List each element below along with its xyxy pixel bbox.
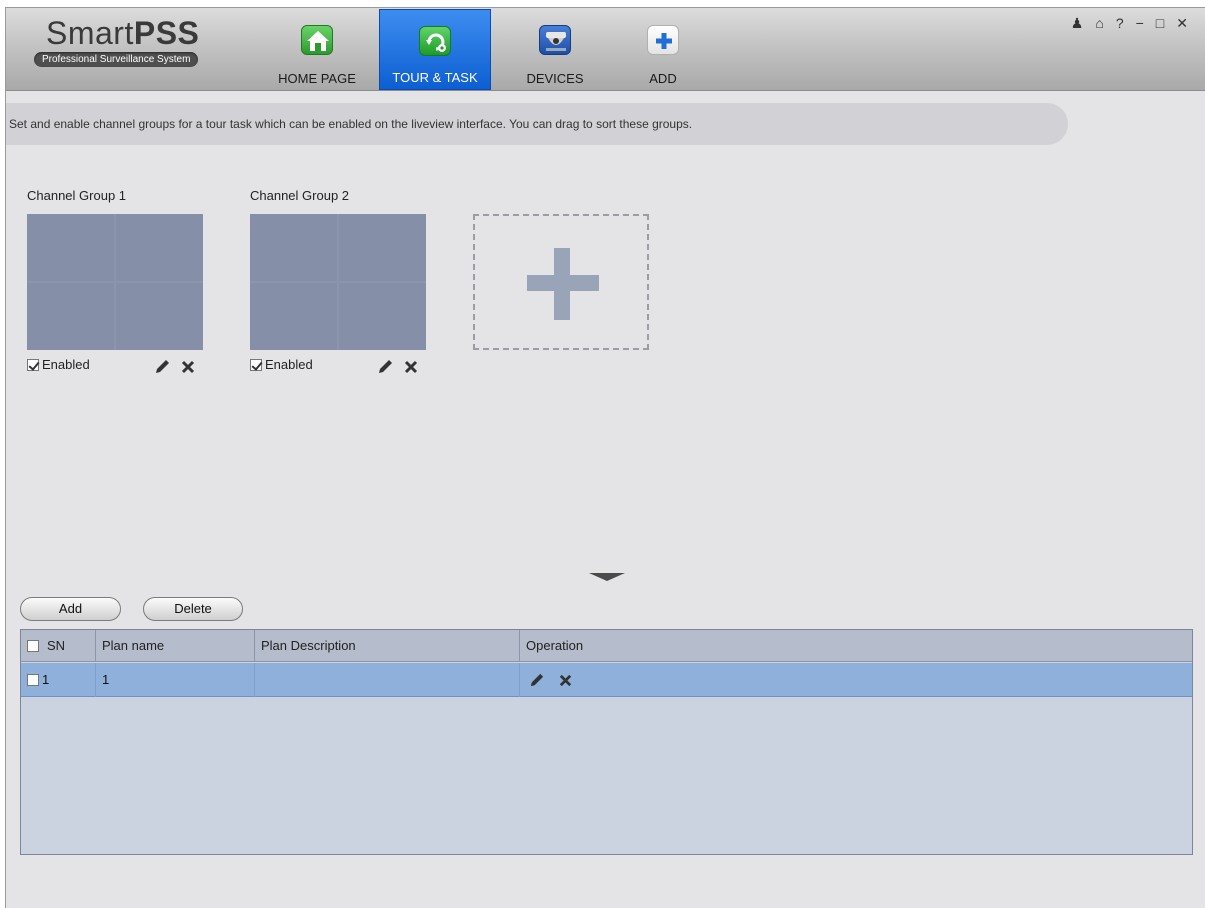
sn-value: 1 — [42, 672, 50, 687]
add-plus-icon-bar — [527, 275, 599, 291]
brand-subtitle: Professional Surveillance System — [34, 52, 199, 67]
channel-group-layout-grid[interactable] — [250, 214, 426, 350]
cell-sn: 1 — [21, 663, 96, 697]
plan-table: SN Plan name Plan Description Operation … — [20, 629, 1193, 855]
brand-name: SmartPSS — [46, 15, 200, 51]
cell-plan-name: 1 — [96, 663, 255, 697]
window-controls: ♟ ⌂? − □ ✕ — [1067, 15, 1196, 32]
add-button[interactable]: Add — [20, 597, 121, 621]
maximize-icon[interactable]: □ — [1156, 15, 1172, 31]
tab-home-page[interactable]: HOME PAGE — [268, 9, 366, 90]
edit-icon[interactable] — [376, 358, 394, 376]
enabled-checkbox[interactable] — [250, 358, 262, 371]
grid-cell — [339, 214, 426, 281]
column-label: SN — [47, 638, 66, 653]
camera-devices-icon — [539, 25, 571, 55]
edit-icon[interactable] — [528, 672, 545, 689]
help-icon[interactable]: ? — [1116, 15, 1132, 31]
enabled-checkbox[interactable] — [27, 358, 39, 371]
grid-cell — [250, 283, 337, 350]
tab-devices[interactable]: DEVICES — [506, 9, 604, 90]
cell-plan-description — [255, 663, 520, 697]
user-icon[interactable]: ♟ — [1071, 15, 1092, 32]
delete-button[interactable]: Delete — [143, 597, 243, 621]
channel-group-layout-grid[interactable] — [27, 214, 203, 350]
column-header-sn: SN — [21, 630, 96, 662]
row-checkbox[interactable] — [27, 673, 39, 686]
plus-icon — [647, 25, 679, 55]
grid-cell — [27, 283, 114, 350]
close-icon[interactable]: ✕ — [1176, 15, 1196, 32]
channel-group-footer: Enabled — [27, 356, 207, 376]
grid-cell — [250, 214, 337, 281]
delete-icon[interactable] — [180, 359, 196, 375]
select-all-checkbox[interactable] — [27, 639, 39, 652]
table-header: SN Plan name Plan Description Operation — [21, 630, 1192, 662]
channel-group-card[interactable]: Channel Group 2 Enabled — [250, 188, 460, 374]
column-header-operation[interactable]: Operation — [520, 630, 1192, 662]
lock-icon[interactable]: ⌂ — [1095, 15, 1111, 31]
cell-operation — [520, 663, 1192, 697]
column-header-plan-description[interactable]: Plan Description — [255, 630, 520, 662]
app-logo: SmartPSS Professional Surveillance Syste… — [34, 16, 234, 67]
channel-group-name: Channel Group 2 — [250, 188, 350, 203]
delete-icon[interactable] — [558, 673, 573, 688]
channel-group-footer: Enabled — [250, 356, 430, 376]
minimize-icon[interactable]: − — [1136, 15, 1152, 31]
grid-cell — [339, 283, 426, 350]
tab-add[interactable]: ADD — [618, 9, 708, 90]
table-row[interactable]: 1 1 — [21, 663, 1192, 697]
tab-tour-task[interactable]: TOUR & TASK — [379, 9, 491, 90]
tab-label: ADD — [649, 71, 677, 86]
enabled-label: Enabled — [42, 357, 90, 373]
header-bar: SmartPSS Professional Surveillance Syste… — [6, 8, 1205, 91]
collapse-arrow-icon[interactable] — [589, 573, 625, 581]
grid-cell — [116, 214, 203, 281]
home-icon — [301, 25, 333, 55]
grid-cell — [116, 283, 203, 350]
tour-task-icon — [419, 26, 451, 56]
info-banner: Set and enable channel groups for a tour… — [6, 103, 1068, 145]
grid-cell — [27, 214, 114, 281]
edit-icon[interactable] — [153, 358, 171, 376]
enabled-label: Enabled — [265, 357, 313, 373]
delete-icon[interactable] — [403, 359, 419, 375]
tab-label: HOME PAGE — [278, 71, 356, 86]
tab-label: TOUR & TASK — [392, 70, 478, 85]
app-window: SmartPSS Professional Surveillance Syste… — [5, 7, 1205, 908]
tab-label: DEVICES — [526, 71, 584, 86]
column-header-plan-name[interactable]: Plan name — [96, 630, 255, 662]
channel-group-card[interactable]: Channel Group 1 Enabled — [27, 188, 237, 374]
channel-group-name: Channel Group 1 — [27, 188, 127, 203]
add-channel-group-button[interactable] — [473, 214, 649, 350]
